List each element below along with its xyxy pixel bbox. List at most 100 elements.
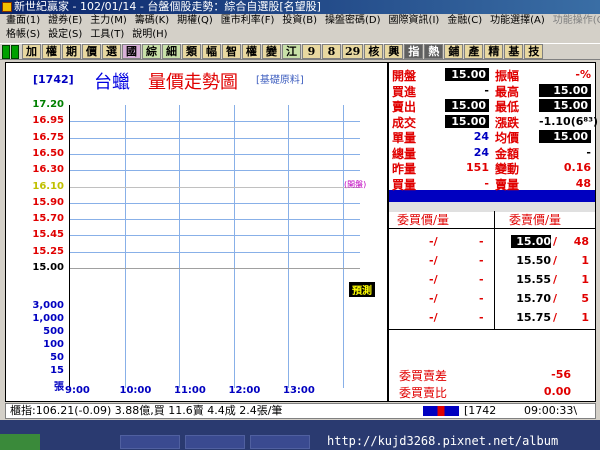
menu-bar: 畫面(1) 證券(E) 主力(M) 籌碼(K) 期權(Q) 匯市利率(F) 投資(B) 操盤密… <box>0 14 600 43</box>
grid-line <box>70 268 360 269</box>
toolbar-button[interactable]: 加 <box>22 44 41 59</box>
toolbar-button[interactable]: 選 <box>102 44 121 59</box>
quote-label: 漲跌 <box>495 115 520 130</box>
menu-item[interactable]: 工具(T) <box>90 29 124 40</box>
ask-separator: / <box>553 273 558 286</box>
status-code: [1742 <box>464 404 497 417</box>
toolbar-button[interactable]: 鋪 <box>444 44 464 59</box>
grid-line <box>124 105 126 388</box>
reference-note: (開盤) <box>344 180 367 189</box>
quote-value: -% <box>575 68 591 81</box>
taskbar-item[interactable] <box>185 435 245 449</box>
toolbar-button[interactable]: 產 <box>464 44 484 59</box>
ask-price: 15.50 <box>516 254 551 267</box>
bid-volume: - <box>479 254 484 267</box>
quote-value: 15.00 <box>445 68 489 81</box>
ratio-label: 委買賣比 <box>399 386 448 400</box>
menu-item[interactable]: 主力(M) <box>90 15 126 26</box>
back-arrow-icon[interactable] <box>2 45 10 59</box>
quote-value: 48 <box>575 176 591 190</box>
menu-item[interactable]: 功能選擇(A) <box>490 15 545 26</box>
grid-line <box>70 235 360 237</box>
grid-line <box>70 153 360 155</box>
volume-tick-label: 15 <box>50 365 64 376</box>
stock-code[interactable]: [1742] <box>33 73 74 86</box>
toolbar-button[interactable]: 核 <box>364 44 384 59</box>
price-tick-label: 16.95 <box>32 115 64 127</box>
reference-line <box>70 186 360 188</box>
grid-line <box>70 219 360 221</box>
toolbar-button[interactable]: 價 <box>82 44 101 59</box>
status-text: 櫃指:106.21(-0.09) 3.88億,買 11.6賣 4.4成 2.4張… <box>10 404 283 417</box>
toolbar-button[interactable]: 熱 <box>424 44 444 59</box>
toolbar-button[interactable]: 權 <box>242 44 261 59</box>
quote-separator-bar <box>389 190 595 202</box>
menu-item[interactable]: 籌碼(K) <box>135 15 169 26</box>
grid-line <box>288 105 289 388</box>
grid-line <box>70 251 360 253</box>
quote-value: 15.00 <box>445 114 489 128</box>
menu-item[interactable]: 匯市利率(F) <box>221 15 275 26</box>
price-tick-label: 15.45 <box>32 229 64 241</box>
toolbar-button[interactable]: 權 <box>42 44 61 59</box>
menu-item[interactable]: 金融(C) <box>447 15 482 26</box>
ask-volume: 5 <box>581 292 589 305</box>
price-tick-label: 15.25 <box>32 245 64 257</box>
x-tick-label: 10:00 <box>119 385 152 396</box>
ask-separator: / <box>553 311 558 324</box>
volume-tick-label: 500 <box>43 326 64 337</box>
x-tick-label: 12:00 <box>228 385 261 396</box>
divider <box>389 329 595 330</box>
quote-value: 15.00 <box>539 130 591 143</box>
menu-item[interactable]: 畫面(1) <box>6 15 40 26</box>
menu-item[interactable]: 期權(Q) <box>177 15 213 26</box>
toolbar-button[interactable]: 9 <box>302 44 321 59</box>
toolbar-button[interactable]: 類 <box>182 44 201 59</box>
home-icon[interactable] <box>11 45 19 59</box>
grid-line <box>70 121 360 123</box>
menu-item[interactable]: 證券(E) <box>48 15 82 26</box>
bid-price: -/ <box>429 311 438 324</box>
toolbar-button[interactable]: 基 <box>504 44 524 59</box>
bid-volume: - <box>479 273 484 286</box>
price-volume-chart: [1742] 台蠟 量價走勢圖 [基礎原料] 17.20 16.95 16.75 16… <box>5 62 388 402</box>
toolbar-button[interactable]: 29 <box>342 44 364 59</box>
app-icon <box>2 2 12 12</box>
toolbar-button[interactable]: 指 <box>404 44 424 59</box>
grid-line <box>233 105 235 388</box>
toolbar-button[interactable]: 變 <box>262 44 281 59</box>
menu-item[interactable]: 操盤密碼(D) <box>325 15 381 26</box>
start-button[interactable] <box>0 434 40 450</box>
menu-item[interactable]: 格帳(S) <box>6 29 40 40</box>
taskbar-item[interactable] <box>120 435 180 449</box>
toolbar-button[interactable]: 細 <box>162 44 181 59</box>
toolbar-button[interactable]: 江 <box>282 44 301 59</box>
quote-panel: 委買價/量 委賣價/量 委買賣差 -56 委買賣比 0.00 開盤 15.00 振幅… <box>388 62 598 402</box>
toolbar-button[interactable]: 技 <box>524 44 544 59</box>
toolbar-button[interactable]: 智 <box>222 44 241 59</box>
quote-label: 賣出 <box>392 100 417 114</box>
x-tick-label: 11:00 <box>174 385 206 396</box>
spread-label: 委買賣差 <box>399 369 448 383</box>
toolbar-button[interactable]: 國 <box>122 44 141 59</box>
volume-tick-label: 1,000 <box>32 313 64 324</box>
menu-item[interactable]: 說明(H) <box>132 29 167 40</box>
taskbar-item[interactable] <box>250 435 310 449</box>
bid-volume: - <box>479 311 484 324</box>
price-tick-label: 16.30 <box>32 164 64 176</box>
quote-label: 振幅 <box>495 69 520 83</box>
menu-item[interactable]: 設定(S) <box>48 29 82 40</box>
toolbar-button[interactable]: 8 <box>322 44 341 59</box>
menu-item[interactable]: 功能操作(O) <box>553 15 600 26</box>
toolbar-button[interactable]: 精 <box>484 44 504 59</box>
plot-area[interactable] <box>69 105 360 388</box>
quote-label: 買量 <box>392 177 417 192</box>
toolbar-button[interactable]: 期 <box>62 44 81 59</box>
bid-price: -/ <box>429 273 438 286</box>
menu-item[interactable]: 投資(B) <box>282 15 317 26</box>
toolbar-button[interactable]: 興 <box>384 44 404 59</box>
toolbar-button[interactable]: 綜 <box>142 44 161 59</box>
menu-row-1: 畫面(1) 證券(E) 主力(M) 籌碼(K) 期權(Q) 匯市利率(F) 投資(B) 操盤密… <box>0 14 600 28</box>
menu-item[interactable]: 國際資訊(I) <box>389 15 440 26</box>
toolbar-button[interactable]: 幅 <box>202 44 221 59</box>
